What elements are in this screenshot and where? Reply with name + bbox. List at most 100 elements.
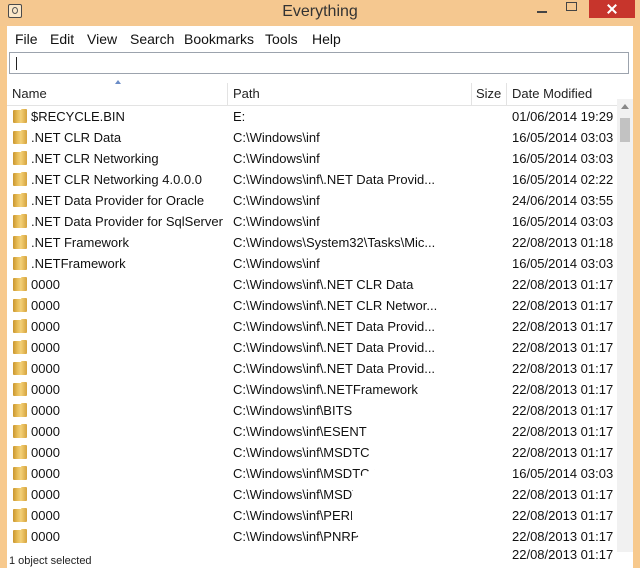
- folder-icon: [13, 403, 27, 418]
- result-row[interactable]: 0000 C:\Windows\inf\.NET CLR Networ... 2…: [7, 295, 617, 316]
- minimize-button[interactable]: [528, 0, 556, 18]
- image-artifact: [352, 468, 448, 548]
- result-row[interactable]: .NET CLR Networking 4.0.0.0 C:\Windows\i…: [7, 169, 617, 190]
- result-row[interactable]: 0000 C:\Windows\inf\.NETFramework 22/08/…: [7, 379, 617, 400]
- result-row[interactable]: 0000 C:\Windows\inf\.NET CLR Data 22/08/…: [7, 274, 617, 295]
- column-divider[interactable]: [471, 83, 472, 105]
- folder-icon: [13, 277, 27, 292]
- result-name: 0000: [31, 403, 60, 418]
- result-name: 0000: [31, 487, 60, 502]
- result-name: 0000: [31, 298, 60, 313]
- result-name: .NET CLR Data: [31, 130, 122, 145]
- vertical-scrollbar[interactable]: [617, 99, 633, 568]
- menu-view[interactable]: View: [87, 31, 117, 47]
- column-path-header[interactable]: Path: [233, 86, 260, 101]
- result-name: .NET CLR Networking 4.0.0.0: [31, 172, 202, 187]
- result-path: C:\Windows\System32\Tasks\Mic...: [233, 235, 436, 250]
- result-path: C:\Windows\inf: [233, 151, 320, 166]
- folder-icon: [13, 508, 27, 523]
- result-row[interactable]: 0000 C:\Windows\inf\MSDTC Bridge 4.... 2…: [7, 484, 617, 505]
- folder-icon: [13, 193, 27, 208]
- column-date-modified-header[interactable]: Date Modified: [512, 86, 592, 101]
- folder-icon: [13, 466, 27, 481]
- result-row[interactable]: $RECYCLE.BIN E: 01/06/2014 19:29: [7, 106, 617, 127]
- result-row[interactable]: 0000 C:\Windows\inf\MSDTC 22/08/2013 01:…: [7, 442, 617, 463]
- result-name: $RECYCLE.BIN: [31, 109, 125, 124]
- menu-help[interactable]: Help: [312, 31, 341, 47]
- result-path: C:\Windows\inf: [233, 214, 320, 229]
- sort-ascending-icon: [115, 80, 121, 84]
- result-name: 0000: [31, 340, 60, 355]
- result-name: .NET Framework: [31, 235, 129, 250]
- column-divider[interactable]: [227, 83, 228, 105]
- folder-icon: [13, 151, 27, 166]
- result-date: 16/05/2014 03:03: [512, 256, 614, 271]
- result-row[interactable]: 0000 C:\Windows\inf\PNRP 22/08/2013 01:1…: [7, 526, 617, 547]
- menu-search[interactable]: Search: [130, 31, 174, 47]
- result-date: 16/05/2014 03:03: [512, 214, 614, 229]
- maximize-button[interactable]: [558, 0, 586, 18]
- result-date: 22/08/2013 01:17: [512, 508, 614, 523]
- folder-icon: [13, 298, 27, 313]
- menu-file[interactable]: File: [15, 31, 38, 47]
- result-name: 0000: [31, 508, 60, 523]
- result-name: 0000: [31, 319, 60, 334]
- result-date: 22/08/2013 01:17: [512, 298, 614, 313]
- menu-edit[interactable]: Edit: [50, 31, 74, 47]
- partial-row-date: 22/08/2013 01:17: [512, 547, 614, 562]
- result-row[interactable]: .NET Data Provider for Oracle C:\Windows…: [7, 190, 617, 211]
- status-bar: 1 object selected 22/08/2013 01:17: [7, 547, 633, 568]
- scroll-up-icon[interactable]: [621, 104, 629, 109]
- folder-icon: [13, 214, 27, 229]
- folder-icon: [13, 424, 27, 439]
- result-date: 22/08/2013 01:17: [512, 529, 614, 544]
- result-path: C:\Windows\inf: [233, 256, 320, 271]
- folder-icon: [13, 487, 27, 502]
- result-name: 0000: [31, 277, 60, 292]
- result-path: C:\Windows\inf\PNRP: [233, 529, 360, 544]
- result-row[interactable]: .NETFramework C:\Windows\inf 16/05/2014 …: [7, 253, 617, 274]
- menu-tools[interactable]: Tools: [265, 31, 298, 47]
- result-date: 22/08/2013 01:17: [512, 424, 614, 439]
- result-path: C:\Windows\inf\.NET Data Provid...: [233, 361, 436, 376]
- result-date: 16/05/2014 03:03: [512, 466, 614, 481]
- column-name-header[interactable]: Name: [12, 86, 47, 101]
- result-date: 22/08/2013 01:17: [512, 445, 614, 460]
- result-row[interactable]: 0000 C:\Windows\inf\.NET Data Provid... …: [7, 358, 617, 379]
- result-name: 0000: [31, 529, 60, 544]
- result-row[interactable]: 0000 C:\Windows\inf\.NET Data Provid... …: [7, 337, 617, 358]
- result-row[interactable]: .NET CLR Data C:\Windows\inf 16/05/2014 …: [7, 127, 617, 148]
- title-bar: Everything: [0, 0, 640, 26]
- window-client: File Edit View Search Bookmarks Tools He…: [7, 26, 633, 568]
- result-date: 22/08/2013 01:17: [512, 361, 614, 376]
- result-path: C:\Windows\inf\.NETFramework: [233, 382, 418, 397]
- result-date: 16/05/2014 03:03: [512, 130, 614, 145]
- menu-bookmarks[interactable]: Bookmarks: [184, 31, 254, 47]
- result-date: 16/05/2014 03:03: [512, 151, 614, 166]
- folder-icon: [13, 130, 27, 145]
- folder-icon: [13, 256, 27, 271]
- result-path: C:\Windows\inf: [233, 193, 320, 208]
- result-row[interactable]: 0000 C:\Windows\inf\MSDTC Bridge 3.... 1…: [7, 463, 617, 484]
- column-divider[interactable]: [506, 83, 507, 105]
- result-row[interactable]: 0000 C:\Windows\inf\PERFLIB 22/08/2013 0…: [7, 505, 617, 526]
- result-date: 22/08/2013 01:17: [512, 382, 614, 397]
- result-path: C:\Windows\inf: [233, 130, 320, 145]
- result-row[interactable]: .NET CLR Networking C:\Windows\inf 16/05…: [7, 148, 617, 169]
- folder-icon: [13, 235, 27, 250]
- search-input[interactable]: [9, 52, 629, 74]
- column-size-header[interactable]: Size: [476, 86, 501, 101]
- result-date: 22/08/2013 01:17: [512, 340, 614, 355]
- result-row[interactable]: .NET Framework C:\Windows\System32\Tasks…: [7, 232, 617, 253]
- results-list: $RECYCLE.BIN E: 01/06/2014 19:29 .NET CL…: [7, 106, 617, 552]
- folder-icon: [13, 445, 27, 460]
- result-row[interactable]: 0000 C:\Windows\inf\.NET Data Provid... …: [7, 316, 617, 337]
- result-path: C:\Windows\inf\.NET Data Provid...: [233, 319, 436, 334]
- result-row[interactable]: 0000 C:\Windows\inf\ESENT 22/08/2013 01:…: [7, 421, 617, 442]
- folder-icon: [13, 340, 27, 355]
- result-date: 24/06/2014 03:55: [512, 193, 614, 208]
- result-row[interactable]: .NET Data Provider for SqlServer C:\Wind…: [7, 211, 617, 232]
- scrollbar-thumb[interactable]: [620, 118, 630, 142]
- close-button[interactable]: [589, 0, 635, 18]
- result-row[interactable]: 0000 C:\Windows\inf\BITS 22/08/2013 01:1…: [7, 400, 617, 421]
